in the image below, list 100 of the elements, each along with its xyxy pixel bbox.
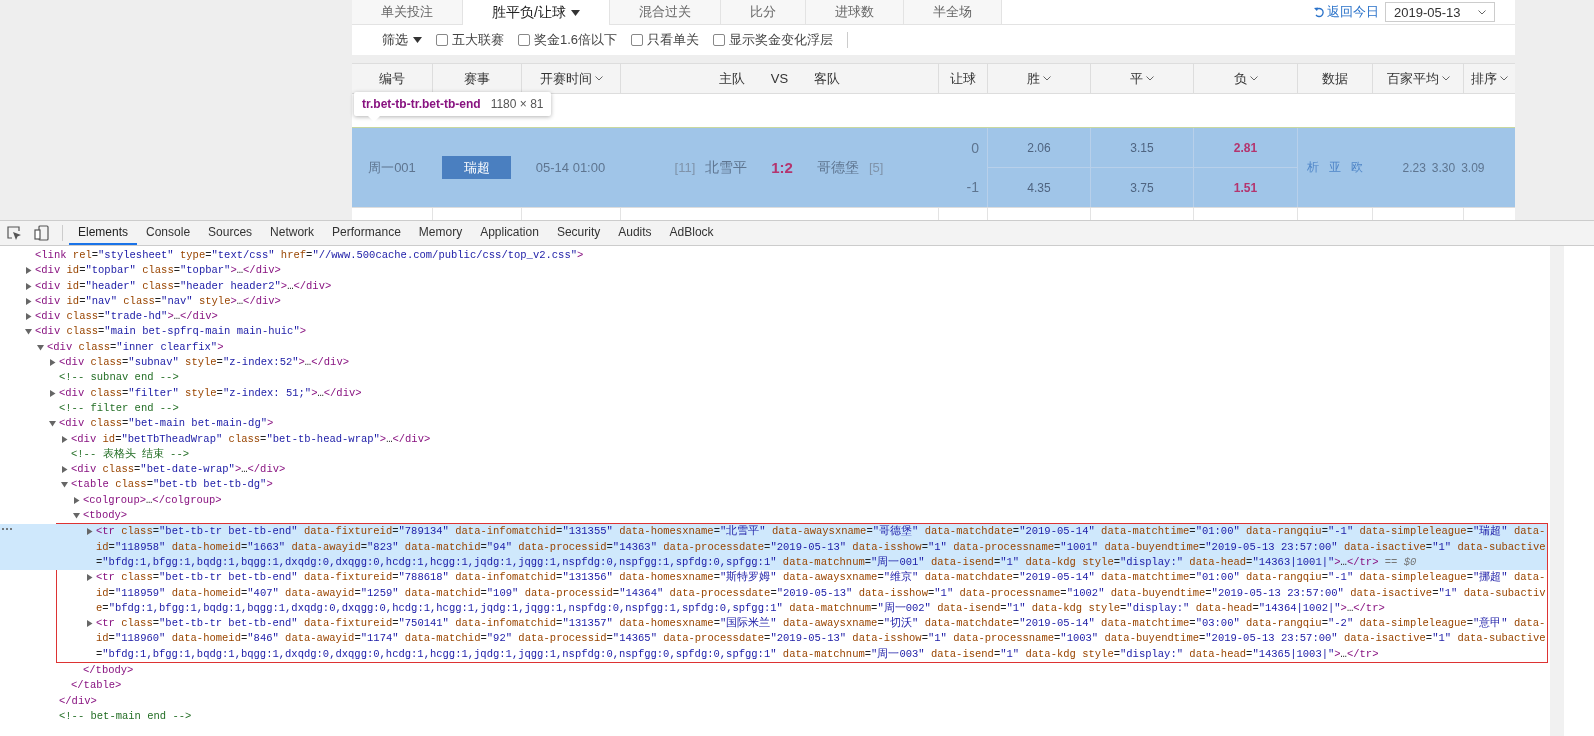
devtools-tab[interactable]: Sources	[199, 221, 262, 245]
column-header: 数据	[1322, 69, 1348, 88]
filter-button[interactable]: 筛选	[382, 31, 422, 49]
devtools-tab[interactable]: Network	[261, 221, 324, 245]
column-header: 客队	[814, 69, 841, 88]
code-line[interactable]: <div class="filter" style="z-index: 51;">…</div>	[59, 385, 362, 401]
average-odds: 2.23	[1402, 160, 1426, 175]
expand-toggle[interactable]	[49, 389, 56, 397]
code-line[interactable]: <!-- subnav end -->	[59, 370, 179, 386]
sort-icon	[1043, 76, 1051, 81]
expand-toggle[interactable]	[61, 466, 68, 474]
devtools-tab[interactable]: Application	[471, 221, 548, 245]
league-tag[interactable]: 瑞超	[442, 156, 511, 179]
code-line[interactable]: <div class="trade-hd">…</div>	[35, 309, 218, 325]
code-line[interactable]: <div class="subnav" style="z-index:52">…</div>	[59, 355, 349, 371]
expand-toggle[interactable]	[25, 297, 32, 305]
tab[interactable]: 单关投注	[352, 0, 463, 24]
date-select[interactable]: 2019-05-13	[1385, 2, 1495, 22]
checkbox[interactable]	[436, 34, 448, 46]
expand-toggle[interactable]	[25, 282, 32, 290]
column-header: 赛事	[464, 69, 490, 88]
expand-toggle[interactable]	[49, 420, 56, 428]
caret-icon	[413, 37, 422, 43]
devtools-tab[interactable]: Audits	[609, 221, 661, 245]
devtools-tab[interactable]: AdBlock	[660, 221, 723, 245]
sort-icon	[1249, 76, 1258, 81]
refresh-icon	[1314, 6, 1325, 18]
checkbox-label[interactable]: 只看单关	[647, 31, 700, 49]
element-tooltip: tr.bet-tb-tr.bet-tb-end 1180 × 81	[354, 92, 552, 116]
checkbox[interactable]	[518, 34, 530, 46]
team-rank: [11]	[674, 160, 696, 175]
checkbox[interactable]	[713, 34, 726, 46]
expand-toggle[interactable]	[25, 328, 32, 336]
handicap: 0	[971, 139, 979, 156]
handicap: -1	[966, 179, 979, 196]
tab[interactable]: 半全场	[903, 0, 1002, 24]
inspect-icon[interactable]	[6, 225, 22, 241]
code-line[interactable]: <div id="betTbTheadWrap" class="bet-tb-head-wrap">…</div>	[71, 431, 431, 447]
code-line[interactable]: <tr class="bet-tb-tr bet-tb-end" data-fixtureid="750141" data-infomatchid="131357" data-homesxname="国际米兰" data-awaysxname="切沃" data-matchdate="2019-05-14" data-matchtime="03:00" data-rangqiu="-2" data-simpleleague="意甲" data-id="118960" data-homeid="846" data-awayid="1174" data-matchid="92" data-processid="14365" data-processdate="2019-05-13" data-isshow="1" data-processname="1003" data-buyendtime="2019-05-13 23:57:00" data-isactive="1" data-subactive="bfdg:1,bfgg:1,bqdg:1,bqgg:1,dxqdg:0,dxqgg:0,hcdg:1,hcgg:1,jqdg:1,jqgg:1,nspfdg:0,nspfgg:0,spfdg:0,spfgg:1" data-matchnum="周一003" data-isend="1" data-kdg style="display:" data-head="14365|1003|">…</tr>	[96, 616, 1547, 662]
devtools-tab[interactable]: Security	[547, 221, 610, 245]
code-line[interactable]: <div class="inner clearfix">	[47, 339, 224, 356]
code-line[interactable]: <div id="topbar" class="topbar">…</div>	[35, 263, 281, 279]
code-line[interactable]: <!-- 表格头 结束 -->	[71, 446, 189, 463]
code-line[interactable]: <div class="bet-date-wrap">…</div>	[71, 462, 286, 478]
device-icon[interactable]	[34, 225, 50, 241]
column-header: 编号	[379, 69, 405, 88]
code-line[interactable]: <link rel="stylesheet" type="text/css" href="//www.500cache.com/public/css/top_v2.css">	[35, 248, 584, 264]
column-header: 主队	[718, 69, 745, 88]
checkbox-label[interactable]: 显示奖金变化浮层	[729, 31, 834, 49]
expand-toggle[interactable]	[73, 496, 80, 504]
code-line[interactable]: <table class="bet-tb bet-tb-dg">	[71, 477, 273, 493]
average-odds: 3.30	[1431, 160, 1456, 175]
column-header: VS	[770, 71, 789, 86]
code-line[interactable]: <colgroup>…</colgroup>	[83, 492, 222, 509]
today-link[interactable]: 返回今日	[1314, 3, 1379, 21]
chevron-icon	[1478, 9, 1486, 15]
expand-toggle[interactable]	[49, 359, 56, 367]
column-header[interactable]: 开赛时间	[539, 69, 592, 88]
column-header[interactable]: 百家平均	[1386, 69, 1439, 88]
tab[interactable]: 进球数	[805, 0, 904, 24]
code-line[interactable]: <div class="bet-main bet-main-dg">	[59, 416, 274, 432]
checkbox[interactable]	[631, 34, 644, 46]
code-line[interactable]: <div id="header" class="header header2">…</div>	[35, 278, 332, 294]
column-header[interactable]: 负	[1233, 69, 1247, 88]
code-line[interactable]: <div id="nav" class="nav" style>…</div>	[35, 293, 281, 310]
checkbox-label[interactable]: 五大联赛	[452, 31, 504, 49]
code-line[interactable]: <!-- bet-main end -->	[59, 708, 192, 725]
tab[interactable]: 胜平负/让球	[463, 0, 610, 25]
expand-toggle[interactable]	[61, 435, 68, 443]
team-rank: [5]	[868, 160, 884, 175]
tab[interactable]: 混合过关	[609, 0, 721, 24]
code-line[interactable]: <tbody>	[83, 508, 128, 524]
column-header: 让球	[950, 69, 976, 88]
expand-toggle[interactable]	[37, 343, 44, 351]
code-line[interactable]: <!-- filter end -->	[59, 400, 179, 417]
checkbox-label[interactable]: 奖金1.6倍以下	[534, 31, 618, 49]
code-line[interactable]: </table>	[71, 678, 122, 694]
tab[interactable]: 比分	[720, 0, 806, 24]
kickoff-time: 05-14 01:00	[535, 160, 606, 175]
code-line[interactable]: </div>	[59, 693, 97, 709]
column-header[interactable]: 胜	[1027, 69, 1040, 88]
expand-toggle[interactable]	[86, 620, 93, 628]
devtools-tab[interactable]: Console	[137, 221, 200, 245]
code-line[interactable]: </tbody>	[83, 663, 134, 679]
match-score: 1:2	[771, 159, 793, 176]
column-header[interactable]: 平	[1130, 69, 1143, 88]
column-header[interactable]: 排序	[1471, 69, 1497, 88]
expand-toggle[interactable]	[25, 267, 32, 275]
devtools-tab[interactable]: Memory	[409, 221, 472, 245]
devtools-tab[interactable]: Performance	[323, 221, 410, 245]
sort-icon	[1500, 76, 1508, 81]
ellipsis-icon[interactable]	[1, 527, 13, 532]
expand-toggle[interactable]	[25, 313, 32, 321]
sort-icon	[594, 76, 603, 81]
code-line[interactable]: <tr class="bet-tb-tr bet-tb-end" data-fixtureid="788618" data-infomatchid="131356" data-homesxname="斯特罗姆" data-awaysxname="维京" data-matchdate="2019-05-14" data-matchtime="01:00" data-rangqiu="-1" data-simpleleague="挪超" data-id="118959" data-homeid="407" data-awayid="1259" data-matchid="109" data-processid="14364" data-processdate="2019-05-13" data-isshow="1" data-processname="1002" data-buyendtime="2019-05-13 23:57:00" data-isactive="1" data-subactive="bfdg:1,bfgg:1,bqdg:1,bqgg:1,dxqdg:0,dxqgg:0,hcdg:1,hcgg:1,jqdg:1,jqgg:1,nspfdg:0,nspfgg:1,spfdg:0,spfgg:1" data-matchnum="周一002" data-isend="1" data-kdg style="display:" data-head="14364|1002|">…</tr>	[96, 570, 1547, 617]
expand-toggle[interactable]	[61, 481, 68, 489]
code-line[interactable]: <div class="main bet-spfrq-main main-huic">	[35, 324, 306, 340]
expand-toggle[interactable]	[73, 512, 80, 520]
expand-toggle[interactable]	[86, 528, 93, 536]
expand-toggle[interactable]	[86, 574, 93, 582]
